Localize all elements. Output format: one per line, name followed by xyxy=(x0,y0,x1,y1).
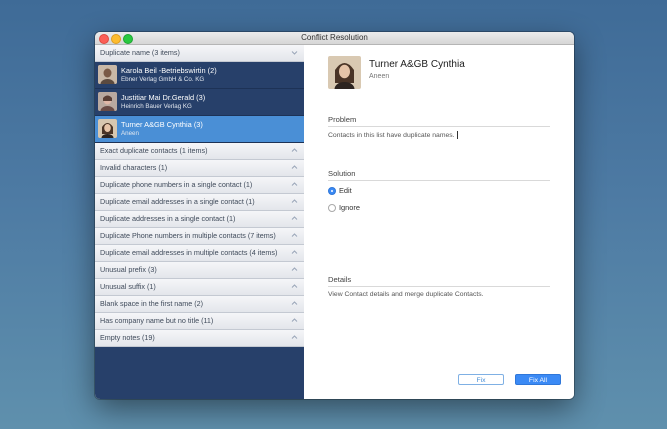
group-duplicate-email-single[interactable]: Duplicate email addresses in a single co… xyxy=(95,194,304,211)
group-duplicate-phone-multiple[interactable]: Duplicate Phone numbers in multiple cont… xyxy=(95,228,304,245)
title-bar[interactable]: Conflict Resolution xyxy=(95,32,574,45)
group-empty-notes[interactable]: Empty notes (19) xyxy=(95,330,304,347)
chevron-up-icon[interactable] xyxy=(291,300,298,307)
group-unusual-suffix[interactable]: Unusual suffix (1) xyxy=(95,279,304,296)
solution-option-ignore[interactable]: Ignore xyxy=(328,203,360,213)
contact-row-name: Turner A&GB Cynthia (3) xyxy=(121,120,203,129)
chevron-up-icon[interactable] xyxy=(291,317,298,324)
group-label: Duplicate addresses in a single contact … xyxy=(100,214,236,223)
group-label: Duplicate phone numbers in a single cont… xyxy=(100,180,253,189)
conflict-list-sidebar: Duplicate name (3 items) Karola Beil -Be… xyxy=(95,45,304,399)
group-label: Empty notes (19) xyxy=(100,333,155,342)
chevron-up-icon[interactable] xyxy=(291,181,298,188)
chevron-up-icon[interactable] xyxy=(291,334,298,341)
chevron-up-icon[interactable] xyxy=(291,232,298,239)
chevron-up-icon[interactable] xyxy=(291,215,298,222)
group-label: Duplicate email addresses in a single co… xyxy=(100,197,255,206)
contact-row-name: Justitiar Mai Dr.Gerald (3) xyxy=(121,93,206,102)
group-label: Unusual prefix (3) xyxy=(100,265,157,274)
contact-avatar xyxy=(98,92,117,111)
contact-avatar xyxy=(98,119,117,138)
group-blank-space-first-name[interactable]: Blank space in the first name (2) xyxy=(95,296,304,313)
group-label: Duplicate name (3 items) xyxy=(100,48,180,57)
group-label: Exact duplicate contacts (1 items) xyxy=(100,146,208,155)
solution-heading: Solution xyxy=(328,169,550,181)
group-company-no-title[interactable]: Has company name but no title (11) xyxy=(95,313,304,330)
chevron-up-icon[interactable] xyxy=(291,266,298,273)
chevron-up-icon[interactable] xyxy=(291,249,298,256)
group-label: Blank space in the first name (2) xyxy=(100,299,204,308)
problem-heading: Problem xyxy=(328,115,550,127)
contact-avatar xyxy=(98,65,117,84)
contact-row-turner-cynthia[interactable]: Turner A&GB Cynthia (3) Aneen xyxy=(95,116,304,143)
group-label: Unusual suffix (1) xyxy=(100,282,156,291)
radio-selected-icon[interactable] xyxy=(328,187,336,196)
contact-photo xyxy=(328,56,361,89)
fix-all-button[interactable]: Fix All xyxy=(515,374,561,385)
group-invalid-characters[interactable]: Invalid characters (1) xyxy=(95,160,304,177)
details-heading: Details xyxy=(328,275,550,287)
window-title: Conflict Resolution xyxy=(301,33,368,42)
contact-row-company: Heinrich Bauer Verlag KG xyxy=(121,103,192,110)
group-duplicate-addresses-single[interactable]: Duplicate addresses in a single contact … xyxy=(95,211,304,228)
contact-name: Turner A&GB Cynthia xyxy=(369,59,465,70)
chevron-up-icon[interactable] xyxy=(291,283,298,290)
chevron-up-icon[interactable] xyxy=(291,147,298,154)
contact-row-justitiar-mai[interactable]: Justitiar Mai Dr.Gerald (3) Heinrich Bau… xyxy=(95,89,304,116)
details-text: View Contact details and merge duplicate… xyxy=(328,291,484,298)
contact-row-karola-beil[interactable]: Karola Beil -Betriebswirtin (2) Ebner Ve… xyxy=(95,62,304,89)
contact-row-company: Aneen xyxy=(121,130,139,137)
conflict-resolution-window: Conflict Resolution Duplicate name (3 it… xyxy=(95,32,574,399)
radio-unselected-icon[interactable] xyxy=(328,204,336,213)
group-duplicate-email-multiple[interactable]: Duplicate email addresses in multiple co… xyxy=(95,245,304,262)
conflict-detail-pane: Turner A&GB Cynthia Aneen Problem Contac… xyxy=(305,45,574,399)
fix-button[interactable]: Fix xyxy=(458,374,504,385)
problem-text-field[interactable]: Contacts in this list have duplicate nam… xyxy=(328,131,458,139)
group-duplicate-phone-single[interactable]: Duplicate phone numbers in a single cont… xyxy=(95,177,304,194)
problem-text: Contacts in this list have duplicate nam… xyxy=(328,131,455,139)
group-label: Duplicate Phone numbers in multiple cont… xyxy=(100,231,276,240)
option-label: Edit xyxy=(339,186,352,195)
contact-row-name: Karola Beil -Betriebswirtin (2) xyxy=(121,66,217,75)
chevron-up-icon[interactable] xyxy=(291,164,298,171)
solution-option-edit[interactable]: Edit xyxy=(328,186,352,196)
contact-company: Aneen xyxy=(369,73,390,80)
group-label: Duplicate email addresses in multiple co… xyxy=(100,248,278,257)
chevron-up-icon[interactable] xyxy=(291,198,298,205)
group-label: Invalid characters (1) xyxy=(100,163,168,172)
group-exact-duplicate-contacts[interactable]: Exact duplicate contacts (1 items) xyxy=(95,143,304,160)
option-label: Ignore xyxy=(339,203,360,212)
text-cursor xyxy=(456,131,458,139)
group-duplicate-name[interactable]: Duplicate name (3 items) xyxy=(95,45,304,62)
contact-row-company: Ebner Verlag GmbH & Co. KG xyxy=(121,76,205,83)
group-label: Has company name but no title (11) xyxy=(100,316,214,325)
group-unusual-prefix[interactable]: Unusual prefix (3) xyxy=(95,262,304,279)
chevron-down-icon[interactable] xyxy=(291,49,298,56)
